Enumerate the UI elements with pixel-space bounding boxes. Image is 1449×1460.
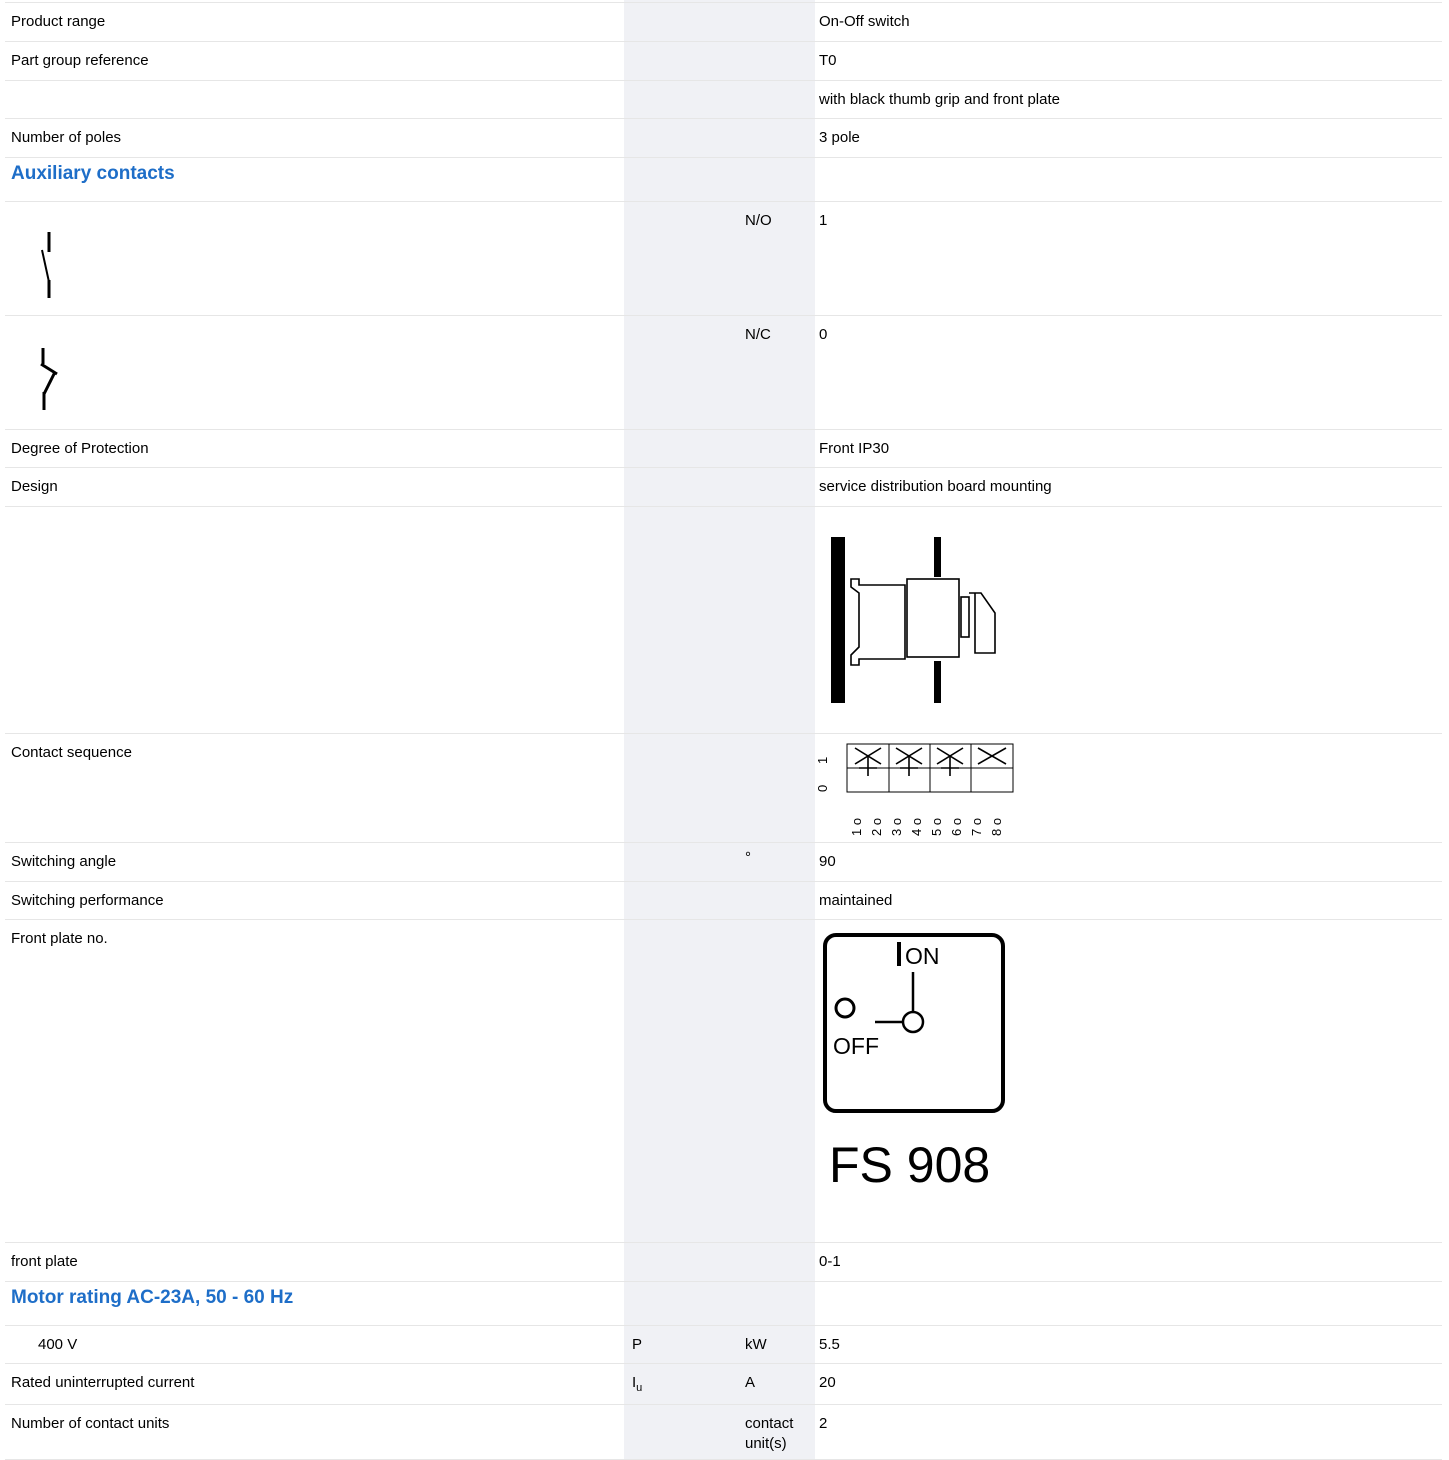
- row-front-plate: front plate 0-1: [5, 1242, 1442, 1281]
- row-label: Contact sequence: [11, 744, 132, 761]
- row-product-range: Product range On-Off switch: [5, 2, 1442, 41]
- row-value: On-Off switch: [819, 13, 910, 30]
- row-value: 0: [819, 326, 828, 343]
- row-unit: A: [745, 1374, 756, 1391]
- row-value: 1: [819, 212, 828, 229]
- row-nc-contact: N/C 0: [5, 315, 1442, 429]
- row-design-drawing: [5, 506, 1442, 733]
- row-rated-current: Rated uninterrupted current Iu A 20: [5, 1363, 1442, 1404]
- normally-closed-contact-icon: [40, 348, 58, 410]
- row-symbol: P: [632, 1336, 643, 1353]
- terminal-label: 7 o: [969, 818, 984, 836]
- on-label: ON: [905, 943, 940, 969]
- row-label: Design: [11, 478, 58, 495]
- spec-table: Product range On-Off switch Part group r…: [0, 0, 1449, 1460]
- row-unit: N/O: [745, 212, 772, 229]
- row-unit: N/C: [745, 326, 771, 343]
- row-contact-units: Number of contact units contact unit(s) …: [5, 1404, 1442, 1460]
- mounting-drawing-icon: [831, 537, 996, 703]
- row-motor-400v: 400 V P kW 5.5: [5, 1325, 1442, 1364]
- plate-code: FS 908: [829, 1137, 990, 1193]
- row-label: Switching performance: [11, 892, 164, 909]
- row-value: Front IP30: [819, 440, 890, 457]
- row-label: Rated uninterrupted current: [11, 1374, 195, 1391]
- row-unit: °: [745, 849, 751, 866]
- terminal-label: 1 o: [849, 818, 864, 836]
- row-switching-performance: Switching performance maintained: [5, 881, 1442, 920]
- row-symbol: Iu: [632, 1364, 732, 1398]
- terminal-label: 3 o: [889, 818, 904, 836]
- row-front-plate-no: Front plate no. ON OFF FS 908: [5, 919, 1442, 1242]
- row-protection: Degree of Protection Front IP30: [5, 429, 1442, 468]
- row-value: 20: [819, 1374, 836, 1391]
- row-value: 5.5: [819, 1336, 840, 1353]
- row-label: Degree of Protection: [11, 440, 149, 457]
- section-heading: Motor rating AC-23A, 50 - 60 Hz: [11, 1287, 294, 1308]
- row-poles: Number of poles 3 pole: [5, 118, 1442, 157]
- row-value: 2: [819, 1415, 828, 1432]
- row-value: service distribution board mounting: [819, 478, 1052, 495]
- row-unit: contact unit(s): [745, 1415, 794, 1452]
- row-value: maintained: [819, 892, 893, 909]
- front-plate-drawing-icon: ON OFF FS 908: [823, 933, 1005, 1193]
- terminal-label: 6 o: [949, 818, 964, 836]
- row-value: 0-1: [819, 1253, 841, 1270]
- row-design: Design service distribution board mounti…: [5, 467, 1442, 506]
- row-value: with black thumb grip and front plate: [819, 91, 1060, 108]
- symbol-subscript: u: [636, 1382, 643, 1394]
- row-label: Switching angle: [11, 853, 117, 870]
- row-value: T0: [819, 52, 837, 69]
- off-label: OFF: [833, 1033, 879, 1059]
- row-switching-angle: Switching angle ° 90: [5, 842, 1442, 881]
- row-grip: with black thumb grip and front plate: [5, 80, 1442, 119]
- row-value: 3 pole: [819, 129, 860, 146]
- row-contact-sequence: Contact sequence 0 1 1 o 2 o 3 o 4 o 5 o…: [5, 733, 1442, 842]
- row-unit: kW: [745, 1336, 767, 1353]
- section-auxiliary-contacts: Auxiliary contacts: [5, 157, 1442, 202]
- row-label: Part group reference: [11, 52, 149, 69]
- row-no-contact: N/O 1: [5, 201, 1442, 315]
- row-label: Number of poles: [11, 129, 122, 146]
- section-motor-rating: Motor rating AC-23A, 50 - 60 Hz: [5, 1281, 1442, 1326]
- terminal-label: 5 o: [929, 818, 944, 836]
- position-label: 1: [815, 757, 830, 764]
- terminal-label: 2 o: [869, 818, 884, 836]
- row-value: 90: [819, 853, 836, 870]
- terminal-label: 4 o: [909, 818, 924, 836]
- row-label: front plate: [11, 1253, 78, 1270]
- row-label: Front plate no.: [11, 930, 108, 947]
- section-heading: Auxiliary contacts: [11, 163, 175, 184]
- row-label: Number of contact units: [11, 1415, 170, 1432]
- normally-open-contact-icon: [41, 232, 51, 298]
- row-label: 400 V: [38, 1336, 78, 1353]
- row-part-group: Part group reference T0: [5, 41, 1442, 80]
- terminal-label: 8 o: [989, 818, 1004, 836]
- row-label: Product range: [11, 13, 106, 30]
- position-label: 0: [815, 785, 830, 792]
- contact-sequence-diagram-icon: 0 1 1 o 2 o 3 o 4 o 5 o 6 o 7 o 8 o: [815, 743, 1014, 836]
